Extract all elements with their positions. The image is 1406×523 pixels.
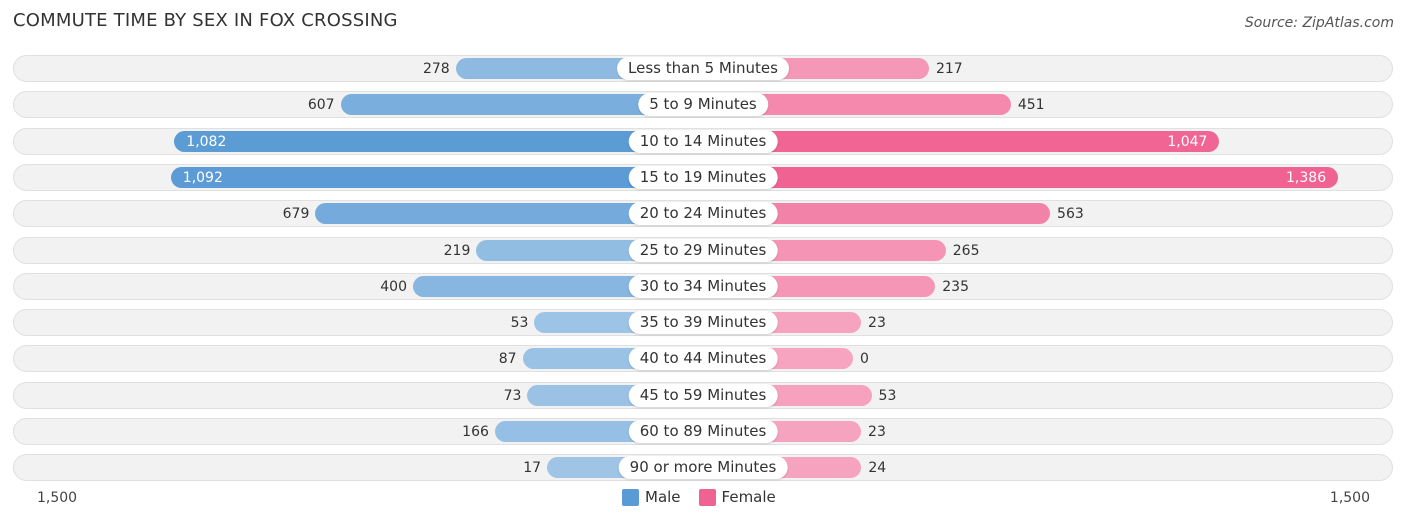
value-label-female: 217 [935,61,963,77]
category-label: 35 to 39 Minutes [628,311,778,335]
value-label-male: 219 [443,242,471,259]
value-label-male: 53 [510,315,529,332]
category-label: 45 to 59 Minutes [628,383,778,407]
value-label-female: 24 [868,460,887,477]
axis-left-label: 1,500 [37,490,78,506]
chart-row: 679 563 20 to 24 Minutes [13,200,1393,228]
category-label: 60 to 89 Minutes [628,420,778,443]
chart-row: 219 265 25 to 29 Minutes [13,236,1393,264]
value-label-male: 607 [307,97,335,114]
source-label: Source: ZipAtlas.com [1244,15,1394,31]
value-label-male: 166 [462,424,489,440]
chart-row: 607 451 5 to 9 Minutes [13,91,1393,119]
category-label: 30 to 34 Minutes [628,274,778,298]
chart-row: 17 24 90 or more Minutes [13,454,1393,482]
value-label-female: 1,047 [1167,133,1208,150]
value-label-male: 679 [282,206,310,223]
legend: Male Female [622,488,776,506]
chart-row: 166 23 60 to 89 Minutes [13,418,1393,445]
legend-label-female: Female [721,488,776,506]
value-label-male: 278 [422,61,450,77]
chart-row: 278 217 Less than 5 Minutes [13,55,1393,82]
value-label-male: 1,082 [186,133,227,150]
value-label-female: 0 [860,351,869,368]
value-label-male: 87 [498,351,517,368]
value-label-female: 23 [868,424,886,440]
category-label: 5 to 9 Minutes [638,93,768,117]
value-label-female: 265 [952,242,980,259]
chart-title: COMMUTE TIME BY SEX IN FOX CROSSING [13,10,398,31]
chart-row: 1,092 1,386 15 to 19 Minutes [13,163,1393,191]
category-label: Less than 5 Minutes [617,57,789,80]
chart-row: 53 23 35 to 39 Minutes [13,309,1393,337]
category-label: 20 to 24 Minutes [628,202,778,226]
category-label: 40 to 44 Minutes [628,347,778,371]
value-label-male: 73 [503,387,522,404]
chart-root: COMMUTE TIME BY SEX IN FOX CROSSING Sour… [0,0,1406,523]
category-label: 90 or more Minutes [618,456,788,480]
value-label-female: 563 [1057,206,1084,223]
category-label: 15 to 19 Minutes [628,165,778,189]
bar-female [703,130,1220,152]
axis-right-label: 1,500 [1329,490,1370,506]
value-label-female: 23 [868,315,886,332]
chart-row: 73 53 45 to 59 Minutes [13,381,1393,409]
chart-row: 1,082 1,047 10 to 14 Minutes [13,127,1393,155]
value-label-female: 235 [942,278,969,295]
value-label-male: 1,092 [182,169,223,186]
legend-swatch-male [622,488,639,506]
legend-label-male: Male [645,488,681,506]
value-label-female: 451 [1017,97,1045,114]
chart-row: 400 235 30 to 34 Minutes [13,272,1393,300]
category-label: 10 to 14 Minutes [628,129,778,153]
chart-row: 87 0 40 to 44 Minutes [13,345,1393,373]
bar-female [703,166,1339,188]
value-label-female: 53 [878,387,897,404]
legend-swatch-female [698,488,716,506]
value-label-female: 1,386 [1286,169,1327,186]
bar-male [170,166,703,188]
bar-male [174,130,703,152]
category-label: 25 to 29 Minutes [628,238,778,262]
value-label-male: 17 [523,460,542,477]
value-label-male: 400 [380,278,407,295]
